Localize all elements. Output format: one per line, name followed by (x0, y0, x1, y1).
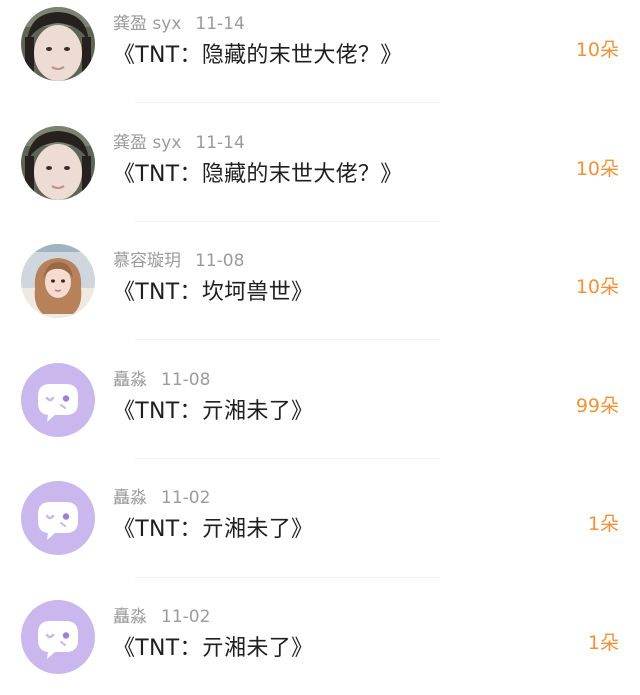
divider (135, 102, 440, 103)
list-item[interactable]: 龚盈 syx 11-14 《TNT：隐藏的末世大佬？》 10朵 (0, 126, 640, 244)
avatar[interactable] (21, 126, 95, 200)
gift-list: 龚盈 syx 11-14 《TNT：隐藏的末世大佬？》 10朵 龚盈 syx 11-… (0, 0, 640, 695)
list-item[interactable]: 慕容璇玥 11-08 《TNT：坎坷兽世》 10朵 (0, 244, 640, 362)
book-title[interactable]: 《TNT：亓湘未了》 (113, 393, 313, 425)
gift-count: 10朵 (575, 39, 619, 61)
book-title[interactable]: 《TNT：坎坷兽世》 (113, 274, 313, 306)
avatar[interactable] (21, 481, 95, 555)
date: 11-08 (195, 251, 245, 271)
chat-bubble-icon (21, 600, 95, 674)
date: 11-02 (161, 607, 211, 627)
item-meta: 矗淼 11-02 (113, 483, 210, 508)
item-meta: 慕容璇玥 11-08 (113, 246, 244, 271)
avatar[interactable] (21, 244, 95, 318)
photo-girl-icon (21, 7, 95, 81)
divider (135, 221, 440, 222)
list-item[interactable]: 矗淼 11-02 《TNT：亓湘未了》 1朵 (0, 481, 640, 599)
list-item[interactable]: 矗淼 11-08 《TNT：亓湘未了》 99朵 (0, 363, 640, 481)
date: 11-02 (161, 488, 211, 508)
date: 11-08 (161, 370, 211, 390)
gift-count: 1朵 (587, 632, 619, 654)
book-title[interactable]: 《TNT：隐藏的末世大佬？》 (113, 37, 403, 69)
username: 矗淼 (113, 488, 147, 508)
username: 龚盈 syx (113, 14, 182, 34)
photo-girl-icon (21, 126, 95, 200)
item-meta: 矗淼 11-02 (113, 602, 210, 627)
gift-count: 10朵 (575, 276, 619, 298)
divider (135, 339, 440, 340)
gift-count: 99朵 (575, 395, 619, 417)
avatar[interactable] (21, 7, 95, 81)
date: 11-14 (195, 14, 245, 34)
chat-bubble-icon (21, 363, 95, 437)
gift-count: 1朵 (587, 513, 619, 535)
list-item[interactable]: 矗淼 11-02 《TNT：亓湘未了》 1朵 (0, 600, 640, 695)
avatar[interactable] (21, 600, 95, 674)
avatar[interactable] (21, 363, 95, 437)
gift-count: 10朵 (575, 158, 619, 180)
divider (135, 577, 440, 578)
item-meta: 矗淼 11-08 (113, 365, 210, 390)
chat-bubble-icon (21, 481, 95, 555)
username: 矗淼 (113, 607, 147, 627)
book-title[interactable]: 《TNT：亓湘未了》 (113, 511, 313, 543)
date: 11-14 (195, 133, 245, 153)
item-meta: 龚盈 syx 11-14 (113, 128, 245, 153)
list-item[interactable]: 龚盈 syx 11-14 《TNT：隐藏的末世大佬？》 10朵 (0, 7, 640, 125)
username: 矗淼 (113, 370, 147, 390)
username: 慕容璇玥 (113, 251, 181, 271)
book-title[interactable]: 《TNT：亓湘未了》 (113, 630, 313, 662)
item-meta: 龚盈 syx 11-14 (113, 9, 245, 34)
username: 龚盈 syx (113, 133, 182, 153)
divider (135, 458, 440, 459)
book-title[interactable]: 《TNT：隐藏的末世大佬？》 (113, 156, 403, 188)
photo-woman-icon (21, 244, 95, 318)
